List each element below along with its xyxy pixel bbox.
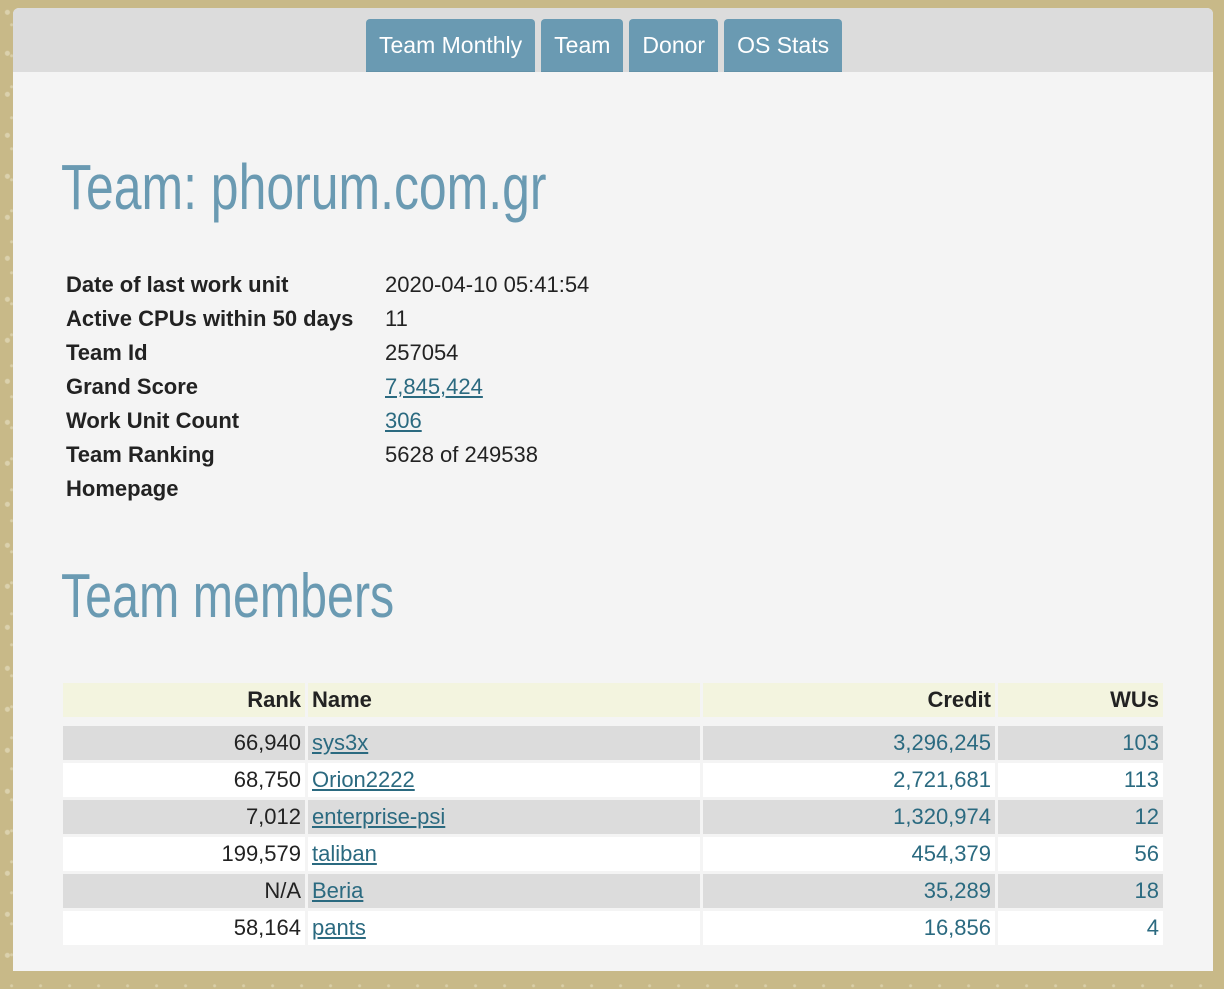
- info-value: 2020-04-10 05:41:54: [385, 272, 590, 297]
- info-row: Team Id 257054: [63, 336, 592, 370]
- members-header-row: Rank Name Credit WUs: [63, 683, 1163, 717]
- col-header-name: Name: [308, 683, 703, 717]
- info-value: 11: [385, 306, 408, 331]
- member-name-cell: pants: [308, 911, 703, 945]
- member-name-cell: taliban: [308, 837, 703, 871]
- grand-score-link[interactable]: 7,845,424: [385, 374, 483, 399]
- member-name-cell: Beria: [308, 874, 703, 908]
- info-row: Active CPUs within 50 days 11: [63, 302, 592, 336]
- member-wus: 113: [998, 763, 1163, 797]
- page-title: Team: phorum.com.gr: [61, 151, 547, 223]
- member-name-cell: sys3x: [308, 726, 703, 760]
- content-panel: Team Monthly Team Donor OS Stats Team: p…: [13, 8, 1213, 971]
- table-row: N/A Beria 35,289 18: [63, 874, 1163, 908]
- member-credit: 2,721,681: [703, 763, 998, 797]
- member-rank: 58,164: [63, 911, 308, 945]
- table-row: 7,012 enterprise-psi 1,320,974 12: [63, 800, 1163, 834]
- info-value: 257054: [385, 340, 459, 365]
- member-wus: 12: [998, 800, 1163, 834]
- member-name-link[interactable]: taliban: [312, 841, 377, 866]
- info-label: Work Unit Count: [66, 408, 240, 433]
- info-label: Team Id: [66, 340, 148, 365]
- member-rank: 68,750: [63, 763, 308, 797]
- info-row: Date of last work unit 2020-04-10 05:41:…: [63, 268, 592, 302]
- member-rank: 66,940: [63, 726, 308, 760]
- header-spacer: [63, 720, 1163, 723]
- member-credit: 1,320,974: [703, 800, 998, 834]
- member-rank: 199,579: [63, 837, 308, 871]
- work-unit-count-link[interactable]: 306: [385, 408, 422, 433]
- member-credit: 35,289: [703, 874, 998, 908]
- member-wus: 103: [998, 726, 1163, 760]
- col-header-credit: Credit: [703, 683, 998, 717]
- tab-os-stats[interactable]: OS Stats: [724, 19, 843, 72]
- info-row: Team Ranking 5628 of 249538: [63, 438, 592, 472]
- info-label: Homepage: [66, 476, 179, 501]
- table-row: 68,750 Orion2222 2,721,681 113: [63, 763, 1163, 797]
- team-info-table: Date of last work unit 2020-04-10 05:41:…: [63, 268, 592, 506]
- tab-donor[interactable]: Donor: [629, 19, 719, 72]
- info-value: 306: [382, 404, 592, 438]
- top-navbar: Team Monthly Team Donor OS Stats: [13, 8, 1213, 72]
- member-name-link[interactable]: sys3x: [312, 730, 368, 755]
- member-rank: 7,012: [63, 800, 308, 834]
- member-credit: 3,296,245: [703, 726, 998, 760]
- members-table: Rank Name Credit WUs 66,940 sys3x 3,296,24…: [63, 680, 1163, 948]
- table-row: 66,940 sys3x 3,296,245 103: [63, 726, 1163, 760]
- nav-tabs: Team Monthly Team Donor OS Stats: [366, 19, 843, 72]
- member-name-link[interactable]: Beria: [312, 878, 363, 903]
- col-header-wus: WUs: [998, 683, 1163, 717]
- member-name-link[interactable]: Orion2222: [312, 767, 415, 792]
- member-name-link[interactable]: enterprise-psi: [312, 804, 445, 829]
- member-credit: 16,856: [703, 911, 998, 945]
- spacer-cell: [63, 720, 1163, 723]
- members-title: Team members: [61, 562, 395, 631]
- tab-team-monthly[interactable]: Team Monthly: [366, 19, 536, 72]
- col-header-rank: Rank: [63, 683, 308, 717]
- tab-team[interactable]: Team: [541, 19, 624, 72]
- member-name-cell: enterprise-psi: [308, 800, 703, 834]
- table-row: 199,579 taliban 454,379 56: [63, 837, 1163, 871]
- member-wus: 56: [998, 837, 1163, 871]
- info-label: Team Ranking: [66, 442, 215, 467]
- info-row: Grand Score 7,845,424: [63, 370, 592, 404]
- info-row: Homepage: [63, 472, 592, 506]
- info-label: Active CPUs within 50 days: [66, 306, 354, 331]
- members-body: 66,940 sys3x 3,296,245 103 68,750 Orion2222 2,…: [63, 726, 1163, 945]
- member-wus: 4: [998, 911, 1163, 945]
- member-name-cell: Orion2222: [308, 763, 703, 797]
- info-value: [382, 472, 592, 506]
- info-row: Work Unit Count 306: [63, 404, 592, 438]
- info-value: 5628 of 249538: [385, 442, 538, 467]
- info-label: Grand Score: [66, 374, 199, 399]
- member-rank: N/A: [63, 874, 308, 908]
- member-wus: 18: [998, 874, 1163, 908]
- member-credit: 454,379: [703, 837, 998, 871]
- info-value: 7,845,424: [382, 370, 592, 404]
- info-label: Date of last work unit: [66, 272, 289, 297]
- table-row: 58,164 pants 16,856 4: [63, 911, 1163, 945]
- member-name-link[interactable]: pants: [312, 915, 366, 940]
